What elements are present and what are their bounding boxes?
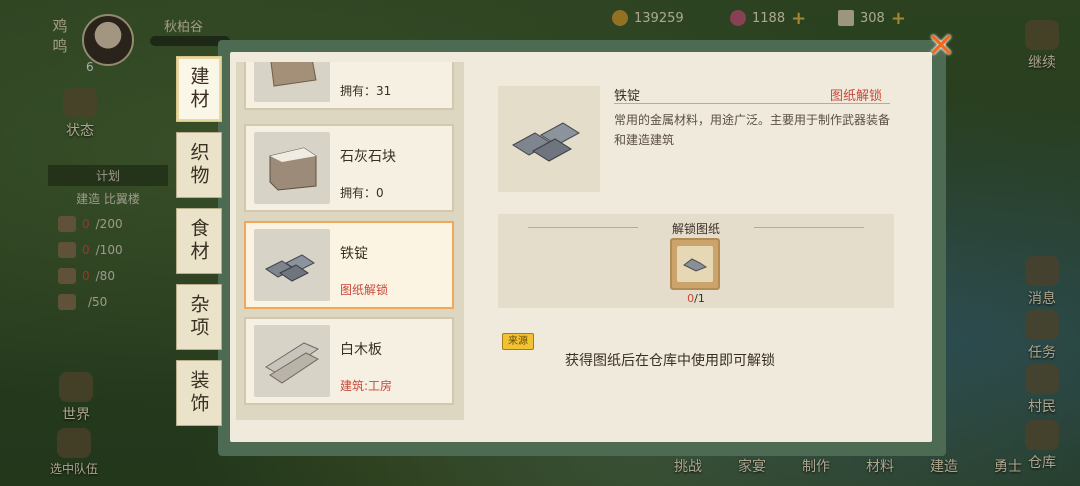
unlock-hint: 获得图纸后在仓库中使用即可解锁 (565, 353, 775, 369)
tab-building-materials[interactable]: 建材 (176, 56, 222, 122)
stone-icon (254, 62, 330, 102)
blueprint-ore-icon (677, 246, 713, 282)
unlock-count: 0/1 (687, 292, 705, 305)
list-item-selected[interactable]: 铁锭 图纸解锁 (244, 221, 454, 309)
iron-ingot-icon (254, 229, 330, 301)
white-plank-icon (254, 325, 330, 397)
detail-description: 常用的金属材料，用途广泛。主要用于制作武器装备和建造建筑 (614, 113, 891, 147)
blueprint-scroll-icon[interactable] (670, 238, 720, 290)
detail-unlock-tag: 图纸解锁 (830, 89, 883, 104)
tab-decorations[interactable]: 装饰 (176, 360, 222, 426)
unlock-title: 解锁图纸 (671, 222, 720, 236)
list-item[interactable]: 石灰石块 拥有：0 (244, 124, 454, 212)
list-item[interactable]: 白木板 建筑:工房 (244, 317, 454, 405)
category-tabs: 建材 织物 食材 杂项 装饰 (176, 56, 222, 436)
tab-fabrics[interactable]: 织物 (176, 132, 222, 198)
limestone-block-icon (254, 132, 330, 204)
close-button[interactable]: ✕ (924, 29, 958, 64)
divider (754, 227, 864, 228)
list-item[interactable]: 拥有：31 (244, 62, 454, 110)
detail-title: 铁锭 (614, 89, 641, 104)
detail-iron-ingot-icon (498, 86, 600, 192)
divider (614, 103, 890, 104)
tab-ingredients[interactable]: 食材 (176, 208, 222, 274)
unlock-blueprint-panel: 解锁图纸 0/1 (498, 214, 894, 308)
source-badge: 来源 (502, 333, 534, 350)
tab-misc[interactable]: 杂项 (176, 284, 222, 350)
item-list[interactable]: 拥有：31 石灰石块 拥有：0 铁锭 图纸解锁 白木板 建筑:工房 (236, 62, 464, 420)
